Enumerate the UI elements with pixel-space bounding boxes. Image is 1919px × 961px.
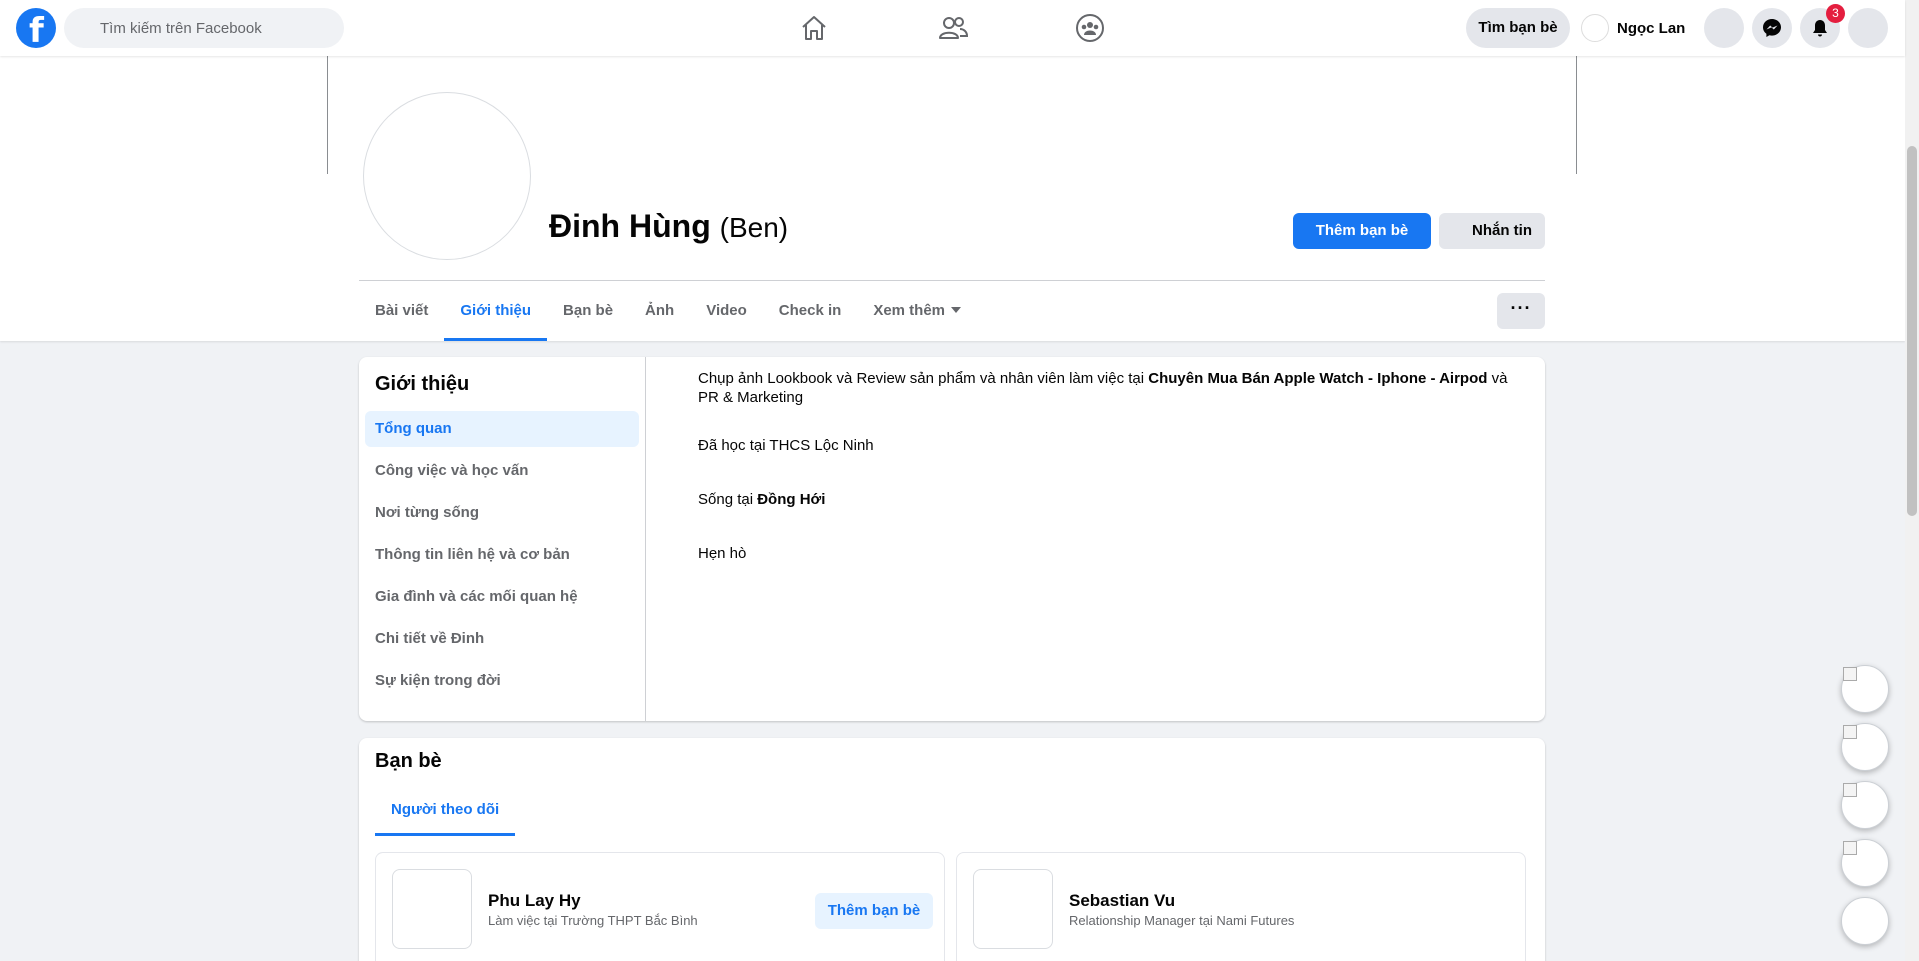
about-menu-overview[interactable]: Tổng quan	[365, 411, 639, 447]
work-prefix: Chụp ảnh Lookbook và Review sản phẩm và …	[698, 370, 1149, 387]
home-icon[interactable]	[798, 12, 830, 44]
bell-icon	[1813, 20, 1827, 37]
chat-head[interactable]	[1841, 781, 1889, 829]
friends-card: Bạn bè Người theo dõi Phu Lay Hy Làm việ…	[359, 738, 1545, 961]
lives-info: Sống tại Đồng Hới	[698, 490, 1528, 509]
top-navigation-bar: f Tìm bạn bè Ngọc Lan 3	[0, 0, 1905, 56]
about-menu-family-relationships[interactable]: Gia đình và các mối quan hệ	[365, 579, 639, 615]
profile-header: Đinh Hùng (Ben) Thêm bạn bè Nhắn tin Bài…	[0, 56, 1905, 341]
work-info: Chụp ảnh Lookbook và Review sản phẩm và …	[698, 369, 1528, 407]
search-box[interactable]	[64, 8, 344, 48]
about-card: Giới thiệu Tổng quan Công việc và học vấ…	[359, 357, 1545, 721]
friend-card[interactable]: Sebastian Vu Relationship Manager tại Na…	[956, 852, 1526, 961]
user-profile-chip[interactable]: Ngọc Lan	[1581, 8, 1685, 48]
tab-posts[interactable]: Bài viết	[359, 281, 444, 341]
friend-subtitle: Làm việc tại Trường THPT Bắc Bình	[488, 913, 698, 928]
tab-videos[interactable]: Video	[690, 281, 763, 341]
friends-title: Bạn bè	[375, 750, 442, 772]
about-menu-life-events[interactable]: Sự kiện trong đời	[365, 663, 639, 699]
profile-tabs: Bài viết Giới thiệu Bạn bè Ảnh Video Che…	[359, 281, 977, 341]
broken-image-icon	[1843, 841, 1857, 855]
facebook-logo-icon[interactable]: f	[16, 8, 56, 51]
tab-friends[interactable]: Bạn bè	[547, 281, 629, 341]
tab-check-ins[interactable]: Check in	[763, 281, 858, 341]
chat-head[interactable]	[1841, 723, 1889, 771]
about-menu-details[interactable]: Chi tiết về Đinh	[365, 621, 639, 657]
user-name: Ngọc Lan	[1617, 19, 1686, 37]
friend-photo[interactable]	[973, 869, 1053, 949]
add-friend-button[interactable]: Thêm bạn bè	[1293, 213, 1431, 249]
about-menu-work-education[interactable]: Công việc và học vấn	[365, 453, 639, 489]
search-input[interactable]	[100, 8, 330, 48]
profile-name: Đinh Hùng (Ben)	[549, 208, 788, 245]
cover-photo-edge-right	[1576, 56, 1577, 174]
avatar	[1581, 14, 1609, 42]
account-button[interactable]	[1848, 8, 1888, 48]
lives-prefix: Sống tại	[698, 491, 758, 508]
notifications-button[interactable]: 3	[1800, 4, 1845, 48]
relationship-info: Hẹn hò	[698, 545, 747, 562]
about-title: Giới thiệu	[375, 373, 470, 395]
work-line-2: PR & Marketing	[698, 389, 804, 406]
messenger-icon	[1763, 19, 1781, 37]
about-sidebar: Giới thiệu Tổng quan Công việc và học vấ…	[359, 357, 646, 721]
tab-see-more[interactable]: Xem thêm	[857, 281, 977, 341]
about-menu-places-lived[interactable]: Nơi từng sống	[365, 495, 639, 531]
friend-photo[interactable]	[392, 869, 472, 949]
message-button[interactable]: Nhắn tin	[1439, 213, 1545, 249]
broken-image-icon	[1843, 783, 1857, 797]
friend-name[interactable]: Phu Lay Hy	[488, 891, 581, 911]
messenger-button[interactable]	[1752, 8, 1792, 48]
broken-image-icon	[1843, 667, 1857, 681]
about-menu: Tổng quan Công việc và học vấn Nơi từng …	[365, 411, 639, 705]
add-friend-button[interactable]: Thêm bạn bè	[815, 893, 933, 929]
profile-nickname: (Ben)	[719, 212, 789, 243]
friends-icon[interactable]	[937, 12, 969, 44]
more-options-button[interactable]: ···	[1497, 293, 1545, 329]
tab-followers[interactable]: Người theo dõi	[375, 790, 516, 836]
friend-subtitle: Relationship Manager tại Nami Futures	[1069, 913, 1295, 928]
tab-photos[interactable]: Ảnh	[629, 281, 690, 341]
notification-badge: 3	[1826, 4, 1845, 23]
broken-image-icon	[1843, 725, 1857, 739]
work-and: và	[1487, 370, 1508, 387]
profile-picture[interactable]	[363, 92, 531, 260]
work-place-link[interactable]: Chuyên Mua Bán Apple Watch - Iphone - Ai…	[1148, 370, 1487, 387]
friend-name[interactable]: Sebastian Vu	[1069, 891, 1175, 911]
chat-head[interactable]	[1841, 839, 1889, 887]
new-message-button[interactable]	[1841, 897, 1889, 945]
groups-icon[interactable]	[1074, 12, 1106, 44]
about-menu-contact-info[interactable]: Thông tin liên hệ và cơ bản	[365, 537, 639, 573]
lives-place-link[interactable]: Đồng Hới	[757, 491, 825, 508]
cover-photo-edge-left	[327, 56, 328, 174]
scrollbar[interactable]	[1905, 0, 1919, 961]
chat-head[interactable]	[1841, 665, 1889, 713]
find-friends-button[interactable]: Tìm bạn bè	[1466, 8, 1570, 48]
menu-button[interactable]	[1704, 8, 1744, 48]
tab-about[interactable]: Giới thiệu	[444, 281, 547, 341]
scrollbar-thumb[interactable]	[1907, 146, 1917, 516]
friend-card[interactable]: Phu Lay Hy Làm việc tại Trường THPT Bắc …	[375, 852, 945, 961]
profile-name-text: Đinh Hùng	[549, 208, 711, 244]
education-info: Đã học tại THCS Lộc Ninh	[698, 437, 874, 454]
caret-down-icon	[951, 307, 962, 313]
tab-see-more-label: Xem thêm	[873, 302, 946, 319]
